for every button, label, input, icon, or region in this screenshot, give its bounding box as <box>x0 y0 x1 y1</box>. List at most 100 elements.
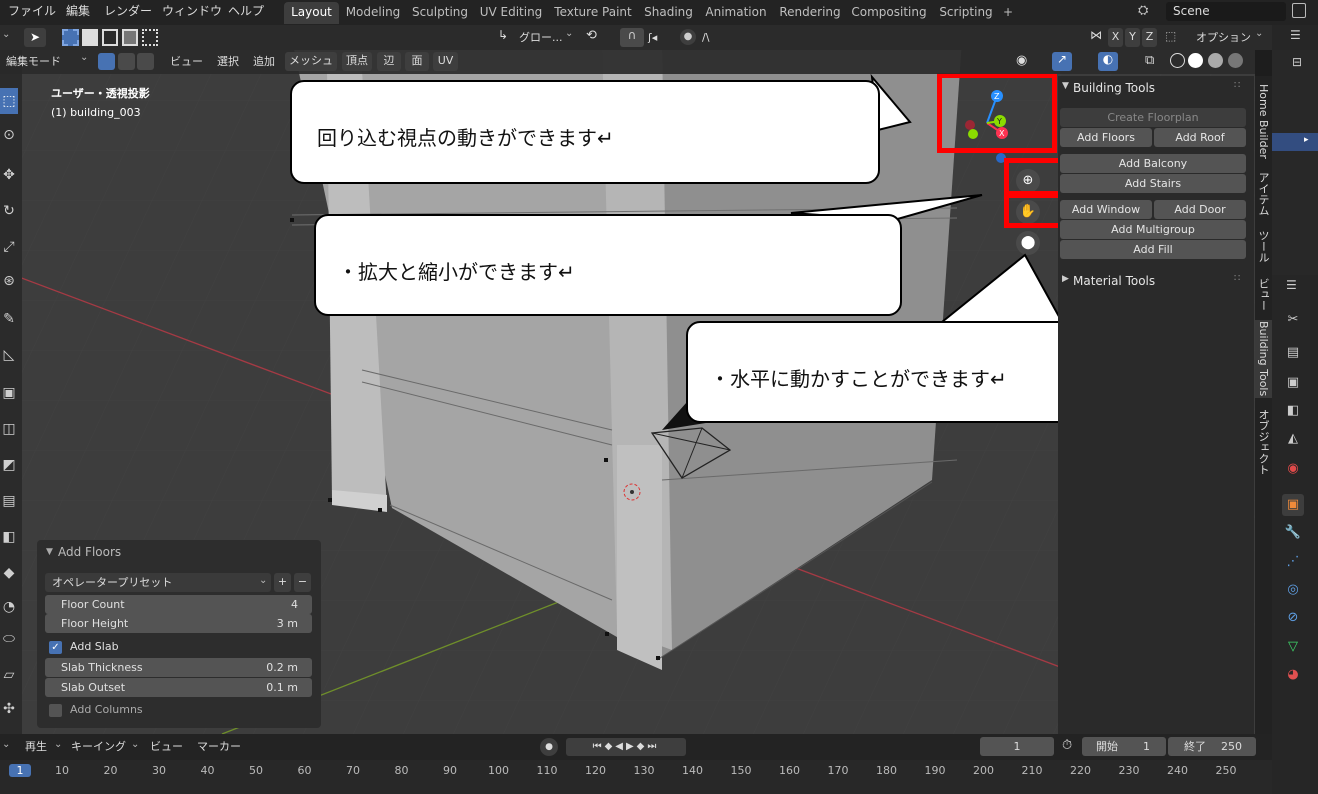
tab-modeling[interactable]: Modeling <box>342 2 404 24</box>
chevron-down-icon[interactable]: ⌄ <box>2 739 10 750</box>
add-floors-button[interactable]: Add Floors <box>1060 128 1152 147</box>
loop-cut-icon[interactable]: ▤ <box>0 488 18 514</box>
select-new-icon[interactable] <box>62 29 79 46</box>
add-columns-label[interactable]: Add Columns <box>70 703 143 716</box>
xray-icon[interactable]: ⧉ <box>1145 53 1154 68</box>
rip-icon[interactable]: ✣ <box>0 696 18 722</box>
solid-shading-icon[interactable] <box>1188 53 1203 68</box>
constraints-icon[interactable]: ⊘ <box>1282 607 1304 629</box>
chevron-down-icon[interactable]: ⌄ <box>1255 28 1263 39</box>
start-frame-field[interactable]: 開始 1 <box>1082 737 1166 756</box>
outliner-area[interactable] <box>1272 50 1318 275</box>
select-intersect-icon[interactable] <box>142 29 158 46</box>
spin-icon[interactable]: ◔ <box>0 594 18 620</box>
menu-view[interactable]: ビュー <box>170 52 203 71</box>
add-roof-button[interactable]: Add Roof <box>1154 128 1246 147</box>
render-props-icon[interactable]: ▤ <box>1282 342 1304 364</box>
end-frame-field[interactable]: 終了 250 <box>1168 737 1256 756</box>
tab-view[interactable]: ビュー <box>1255 274 1272 314</box>
add-slab-checkbox[interactable]: ✓ <box>49 641 62 654</box>
transform-icon[interactable]: ⊛ <box>0 268 18 294</box>
add-balcony-button[interactable]: Add Balcony <box>1060 154 1246 173</box>
add-workspace-button[interactable]: + <box>999 2 1017 24</box>
scene-selector[interactable]: Scene <box>1166 2 1286 21</box>
chevron-down-icon[interactable]: ⌄ <box>259 575 267 586</box>
menu-face[interactable]: 面 <box>405 52 429 71</box>
menu-uv[interactable]: UV <box>433 52 458 71</box>
preset-remove-button[interactable]: − <box>294 573 311 592</box>
mirror-x-toggle[interactable]: X <box>1108 28 1123 47</box>
create-floorplan-button[interactable]: Create Floorplan <box>1060 108 1246 127</box>
menu-add[interactable]: 追加 <box>253 52 275 71</box>
building-tools-title[interactable]: Building Tools <box>1073 81 1155 95</box>
move-icon[interactable]: ✥ <box>0 162 18 188</box>
preset-add-button[interactable]: + <box>274 573 291 592</box>
tab-animation[interactable]: Animation <box>701 2 771 24</box>
scene-props-icon[interactable]: ◭ <box>1282 428 1304 450</box>
vertex-select-icon[interactable] <box>98 53 115 70</box>
chevron-down-icon[interactable]: ▼ <box>46 547 53 557</box>
operator-preset-dropdown[interactable]: オペレータープリセット <box>45 573 271 592</box>
keying-menu[interactable]: キーイング <box>71 737 126 756</box>
proportional-edit-icon[interactable]: ● <box>680 29 696 45</box>
rotate-icon[interactable]: ↻ <box>0 198 18 224</box>
pivot-icon[interactable]: ⟲ <box>586 28 597 43</box>
modifier-props-icon[interactable]: 🔧 <box>1282 522 1304 544</box>
menu-edit[interactable]: 編集 <box>66 0 90 25</box>
tab-compositing[interactable]: Compositing <box>848 2 930 24</box>
properties-editor-icon[interactable]: ☰ <box>1286 278 1297 292</box>
chevron-down-icon[interactable]: ⌄ <box>565 28 573 39</box>
tab-sculpting[interactable]: Sculpting <box>408 2 472 24</box>
menu-file[interactable]: ファイル <box>8 0 56 25</box>
tab-scripting[interactable]: Scripting <box>935 2 997 24</box>
particles-icon[interactable]: ⋰ <box>1282 551 1304 573</box>
menu-edge[interactable]: 辺 <box>377 52 401 71</box>
tab-texture-paint[interactable]: Texture Paint <box>551 2 635 24</box>
new-scene-icon[interactable] <box>1292 3 1306 18</box>
gizmo-toggle-icon[interactable]: ↗ <box>1052 52 1072 71</box>
record-icon[interactable]: ● <box>540 738 558 756</box>
drag-handle-icon[interactable]: ∷ <box>1234 273 1240 284</box>
cursor-icon[interactable]: ⊙ <box>0 122 18 148</box>
floor-count-field[interactable]: Floor Count 4 <box>45 595 312 614</box>
select-extend-icon[interactable] <box>82 29 98 46</box>
inset-icon[interactable]: ◫ <box>0 416 18 442</box>
add-multigroup-button[interactable]: Add Multigroup <box>1060 220 1246 239</box>
rendered-shading-icon[interactable] <box>1228 53 1243 68</box>
overlay-toggle-icon[interactable]: ◐ <box>1098 52 1118 71</box>
tab-tool[interactable]: ツール <box>1255 226 1272 266</box>
knife-icon[interactable]: ◧ <box>0 524 18 550</box>
chevron-down-icon[interactable]: ⌄ <box>2 29 10 40</box>
world-props-icon[interactable]: ◉ <box>1282 458 1304 480</box>
scale-icon[interactable]: ⤢ <box>0 234 18 260</box>
chevron-right-icon[interactable]: ▶ <box>1062 274 1069 284</box>
tab-shading[interactable]: Shading <box>640 2 697 24</box>
transform-orientation[interactable]: グロー... <box>519 28 563 47</box>
outliner-selected-row[interactable] <box>1272 133 1318 151</box>
slab-thickness-field[interactable]: Slab Thickness 0.2 m <box>45 658 312 677</box>
tool-props-icon[interactable]: ✂ <box>1282 309 1304 331</box>
menu-mesh[interactable]: メッシュ <box>285 52 337 71</box>
topology-mirror-icon[interactable]: ⬚ <box>1165 29 1176 43</box>
menu-select[interactable]: 選択 <box>217 52 239 71</box>
tab-item[interactable]: アイテム <box>1255 168 1272 220</box>
stopwatch-icon[interactable]: ⏱ <box>1062 738 1072 753</box>
outliner-filter-icon[interactable]: ⊟ <box>1292 55 1302 69</box>
select-subtract-icon[interactable] <box>102 29 118 46</box>
chevron-down-icon[interactable]: ▼ <box>1062 81 1069 91</box>
playback-controls[interactable]: ⏮◆◀▶◆⏭ <box>566 738 686 756</box>
select-box-icon[interactable]: ⬚ <box>0 88 18 114</box>
annotate-icon[interactable]: ✎ <box>0 306 18 332</box>
chevron-down-icon[interactable]: ⌄ <box>131 739 139 750</box>
object-props-icon[interactable]: ▣ <box>1282 494 1304 516</box>
view-layer-icon[interactable]: ◧ <box>1282 400 1304 422</box>
mode-selector[interactable]: 編集モード <box>6 52 61 71</box>
mirror-z-toggle[interactable]: Z <box>1142 28 1157 47</box>
add-stairs-button[interactable]: Add Stairs <box>1060 174 1246 193</box>
add-slab-label[interactable]: Add Slab <box>70 640 119 653</box>
material-tools-title[interactable]: Material Tools <box>1073 274 1155 288</box>
tab-home-builder[interactable]: Home Builder <box>1255 82 1272 160</box>
face-select-icon[interactable] <box>137 53 154 70</box>
tab-uv-editing[interactable]: UV Editing <box>476 2 546 24</box>
edge-select-icon[interactable] <box>118 53 135 70</box>
